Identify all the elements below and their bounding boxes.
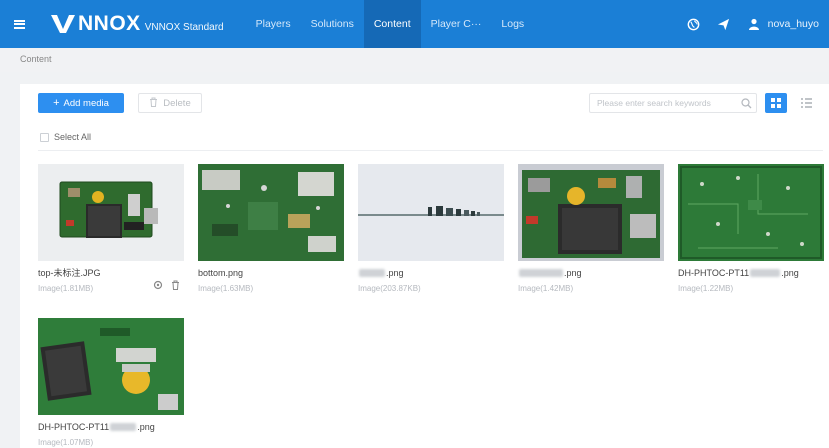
media-meta: Image(1.63MB)	[198, 284, 254, 293]
redacted-text	[359, 268, 385, 277]
redacted-text	[519, 268, 563, 277]
settings-icon[interactable]	[153, 280, 163, 290]
media-thumbnail[interactable]	[38, 164, 184, 261]
media-card[interactable]: DH-PHTOC-PT11 .png Image(1.22MB)	[678, 164, 824, 294]
search-icon[interactable]	[736, 97, 756, 109]
add-media-button[interactable]: + Add media	[38, 93, 124, 113]
breadcrumb: Content	[20, 54, 52, 64]
main-nav: Players Solutions Content Player C··· Lo…	[246, 0, 535, 48]
media-name: DH-PHTOC-PT11 .png	[38, 421, 155, 432]
media-thumbnail[interactable]	[38, 318, 184, 415]
grid-view-icon[interactable]	[765, 93, 787, 113]
delete-label: Delete	[163, 97, 191, 109]
media-card[interactable]: .png Image(1.42MB)	[518, 164, 664, 294]
delete-icon[interactable]	[171, 280, 180, 290]
send-icon[interactable]	[716, 16, 732, 32]
search-box	[589, 93, 757, 113]
list-view-icon[interactable]	[795, 93, 817, 113]
media-card[interactable]: top-未标注.JPG Image(1.81MB)	[38, 164, 184, 294]
media-meta: Image(203.87KB)	[358, 284, 421, 293]
menu-icon[interactable]	[0, 0, 38, 48]
trash-icon	[149, 97, 158, 110]
select-all-label: Select All	[54, 132, 92, 142]
redacted-text	[750, 268, 781, 277]
logo-subtitle: VNNOX Standard	[144, 22, 224, 33]
select-all-checkbox[interactable]	[40, 132, 49, 142]
search-input[interactable]	[590, 94, 736, 112]
nav-players[interactable]: Players	[246, 0, 301, 48]
media-meta: Image(1.81MB)	[38, 280, 184, 294]
toolbar-divider	[38, 150, 823, 151]
user-icon[interactable]	[746, 16, 762, 32]
logo-mark-icon	[50, 13, 76, 35]
nav-logs[interactable]: Logs	[491, 0, 534, 48]
logo-text: NNOX	[78, 12, 141, 35]
media-card[interactable]: DH-PHTOC-PT11 .png Image(1.07MB)	[38, 318, 184, 448]
media-thumbnail[interactable]	[518, 164, 664, 261]
media-thumbnail[interactable]	[678, 164, 824, 261]
redacted-text	[110, 422, 137, 431]
media-name: .png	[518, 267, 664, 278]
globe-icon[interactable]	[686, 16, 702, 32]
media-card[interactable]: bottom.png Image(1.63MB)	[198, 164, 344, 294]
media-meta: Image(1.42MB)	[518, 284, 574, 293]
logo[interactable]: NNOX VNNOX Standard	[50, 12, 224, 36]
delete-button[interactable]: Delete	[138, 93, 202, 113]
top-navigation-bar: NNOX VNNOX Standard Players Solutions Co…	[0, 0, 829, 48]
media-card[interactable]: .png Image(203.87KB)	[358, 164, 504, 294]
header-actions: nova_huyo	[672, 16, 829, 32]
nav-player-control[interactable]: Player C···	[421, 0, 492, 48]
breadcrumb-bar: Content	[0, 48, 829, 72]
plus-icon: +	[53, 97, 60, 109]
select-all[interactable]: Select All	[40, 132, 91, 142]
nav-solutions[interactable]: Solutions	[301, 0, 364, 48]
nav-content[interactable]: Content	[363, 0, 421, 48]
media-name: top-未标注.JPG	[38, 268, 101, 278]
media-meta: Image(1.07MB)	[38, 438, 94, 447]
media-thumbnail[interactable]	[358, 164, 504, 261]
user-name[interactable]: nova_huyo	[768, 18, 819, 30]
add-media-label: Add media	[63, 97, 109, 109]
media-name: DH-PHTOC-PT11 .png	[678, 267, 799, 278]
media-name: bottom.png	[198, 267, 244, 278]
media-thumbnail[interactable]	[198, 164, 344, 261]
media-meta: Image(1.22MB)	[678, 284, 734, 293]
media-name: .png	[358, 267, 504, 278]
